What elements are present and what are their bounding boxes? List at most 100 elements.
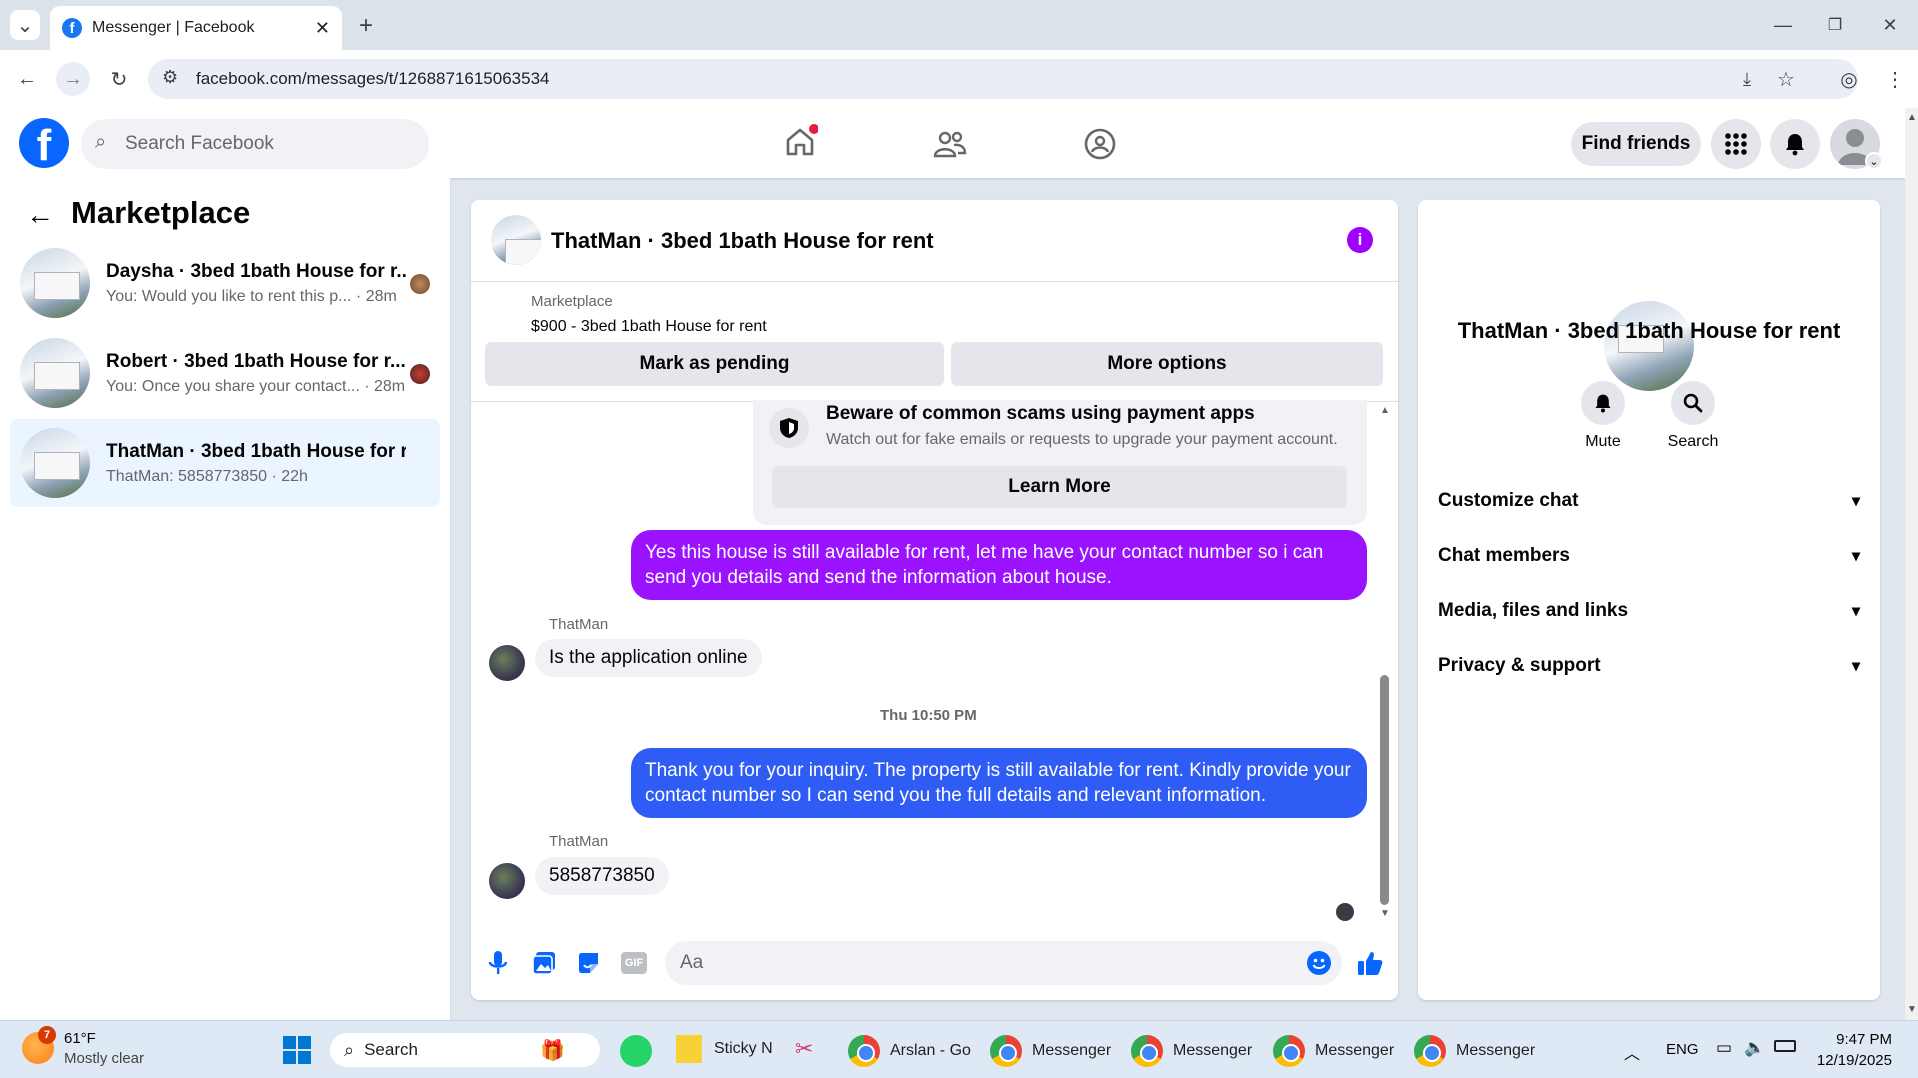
customize-chat-row[interactable]: Customize chat ▾ (1438, 481, 1860, 521)
back-icon[interactable]: ← (12, 64, 42, 94)
shield-icon (769, 408, 809, 448)
restore-icon[interactable]: ❐ (1820, 10, 1850, 40)
taskbar-label: Arslan - Go (890, 1042, 971, 1059)
taskbar-chrome-arslan[interactable]: Arslan - Go (848, 1035, 971, 1067)
learn-more-button[interactable]: Learn More (772, 466, 1347, 508)
page-scroll-up-icon[interactable]: ▲ (1907, 112, 1917, 123)
scroll-down-icon[interactable]: ▼ (1380, 908, 1390, 919)
search-highlight-icon: 🎁 (540, 1040, 565, 1062)
install-app-icon[interactable]: ⤓ (1732, 64, 1762, 94)
microphone-icon[interactable] (487, 950, 509, 976)
conversation-name: Daysha · 3bed 1bath House for r... (106, 260, 406, 282)
forward-icon[interactable]: → (56, 62, 90, 96)
page-scroll-down-icon[interactable]: ▼ (1907, 1004, 1917, 1015)
sender-avatar[interactable] (489, 863, 525, 899)
search-label: Search (1667, 433, 1719, 450)
home-icon[interactable] (782, 124, 819, 160)
message-input[interactable]: Aa (665, 941, 1342, 985)
chrome-icon (1414, 1035, 1446, 1067)
chat-members-row[interactable]: Chat members ▾ (1438, 536, 1860, 576)
taskbar-messenger-3[interactable]: Messenger (1273, 1035, 1394, 1067)
taskbar-sticky-notes[interactable]: Sticky N (676, 1035, 773, 1063)
scam-warning-description: Watch out for fake emails or requests to… (826, 431, 1338, 448)
groups-icon[interactable] (1082, 126, 1118, 162)
facebook-logo[interactable]: f (19, 118, 69, 168)
tab-search-icon[interactable]: ⌄ (10, 10, 40, 40)
new-tab-icon[interactable]: + (352, 12, 380, 40)
language-indicator[interactable]: ENG (1666, 1041, 1699, 1058)
emoji-icon[interactable] (1307, 951, 1331, 975)
search-facebook-input[interactable]: ⌕ Search Facebook (81, 119, 429, 169)
conversation-item-thatman[interactable]: ThatMan · 3bed 1bath House for r... That… (10, 419, 440, 507)
address-bar[interactable]: ⚙ facebook.com/messages/t/12688716150635… (148, 59, 1858, 99)
account-chevron-icon[interactable]: ⌄ (1865, 152, 1883, 170)
message-bubble-incoming[interactable]: 5858773850 (535, 857, 669, 895)
row-label: Chat members (1438, 545, 1570, 566)
chat-title[interactable]: ThatMan · 3bed 1bath House for rent (551, 228, 934, 254)
network-icon[interactable]: ▭ (1716, 1038, 1732, 1058)
more-options-button[interactable]: More options (951, 342, 1383, 386)
close-window-icon[interactable]: ✕ (1875, 10, 1905, 40)
notifications-bell-icon[interactable] (1770, 119, 1820, 169)
gif-icon[interactable]: GIF (621, 952, 647, 974)
mute-button[interactable]: Mute (1558, 381, 1648, 451)
row-label: Customize chat (1438, 490, 1579, 511)
listing-price-title[interactable]: $900 - 3bed 1bath House for rent (531, 318, 767, 336)
search-placeholder: Search Facebook (125, 133, 274, 154)
conversation-snippet: ThatMan: 5858773850 · 22h (106, 467, 308, 485)
taskbar-messenger-4[interactable]: Messenger (1414, 1035, 1535, 1067)
chat-listing-thumbnail[interactable] (491, 215, 541, 265)
back-arrow-icon[interactable]: ← (26, 199, 54, 231)
show-hidden-icons-icon[interactable]: ︿ (1624, 1040, 1640, 1064)
conversation-item-daysha[interactable]: Daysha · 3bed 1bath House for r... You: … (10, 239, 440, 327)
photo-icon[interactable] (531, 950, 557, 976)
row-label: Media, files and links (1438, 600, 1629, 621)
volume-icon[interactable]: 🔈 (1744, 1038, 1765, 1058)
marketplace-label: Marketplace (531, 293, 613, 310)
menu-grid-icon[interactable] (1711, 119, 1761, 169)
taskbar-search[interactable]: ⌕ Search 🎁 (330, 1033, 600, 1067)
search-in-chat-button[interactable]: Search (1648, 381, 1738, 451)
taskbar-label: Messenger (1173, 1042, 1253, 1059)
mark-as-pending-button[interactable]: Mark as pending (485, 342, 944, 386)
scroll-thumb[interactable] (1380, 675, 1389, 905)
bookmark-star-icon[interactable]: ☆ (1771, 64, 1801, 94)
chrome-menu-icon[interactable]: ⋮ (1880, 64, 1910, 94)
page-scrollbar[interactable]: ▲ ▼ (1905, 108, 1918, 1020)
snipping-tool-icon[interactable]: ✂ (795, 1036, 823, 1064)
profile-icon[interactable]: ◎ (1834, 64, 1864, 94)
message-bubble-outgoing[interactable]: Thank you for your inquiry. The property… (631, 748, 1367, 818)
minimize-icon[interactable]: — (1768, 10, 1798, 40)
media-files-links-row[interactable]: Media, files and links ▾ (1438, 591, 1860, 631)
whatsapp-icon[interactable] (620, 1035, 652, 1067)
clock-time[interactable]: 9:47 PM (1812, 1031, 1892, 1048)
close-tab-icon[interactable]: ✕ (315, 18, 330, 39)
seen-avatar (410, 364, 430, 384)
taskbar-label: Sticky N (714, 1040, 773, 1057)
taskbar-messenger-2[interactable]: Messenger (1131, 1035, 1252, 1067)
info-icon[interactable]: i (1347, 227, 1373, 253)
browser-tab[interactable]: f Messenger | Facebook ✕ (50, 6, 342, 50)
thumbs-up-icon[interactable] (1356, 949, 1384, 977)
message-bubble-outgoing[interactable]: Yes this house is still available for re… (631, 530, 1367, 600)
find-friends-button[interactable]: Find friends (1571, 122, 1701, 166)
chevron-down-icon: ▾ (1851, 548, 1860, 565)
conversation-item-robert[interactable]: Robert · 3bed 1bath House for r... You: … (10, 329, 440, 417)
divider (471, 281, 1398, 282)
info-listing-thumbnail[interactable] (1604, 301, 1694, 391)
clock-date[interactable]: 12/19/2025 (1800, 1052, 1892, 1069)
taskbar-messenger-1[interactable]: Messenger (990, 1035, 1111, 1067)
message-bubble-incoming[interactable]: Is the application online (535, 639, 762, 677)
battery-icon[interactable] (1774, 1040, 1796, 1052)
chat-scrollbar[interactable]: ▲ ▼ (1378, 405, 1390, 920)
sender-avatar[interactable] (489, 645, 525, 681)
reload-icon[interactable]: ↻ (104, 64, 134, 94)
site-info-icon[interactable]: ⚙ (162, 67, 178, 88)
sticker-icon[interactable] (576, 950, 602, 976)
windows-start-icon[interactable] (282, 1035, 312, 1065)
scroll-up-icon[interactable]: ▲ (1380, 405, 1390, 416)
friends-icon[interactable] (932, 126, 968, 162)
privacy-support-row[interactable]: Privacy & support ▾ (1438, 646, 1860, 686)
seen-avatar (410, 274, 430, 294)
chrome-icon (1273, 1035, 1305, 1067)
